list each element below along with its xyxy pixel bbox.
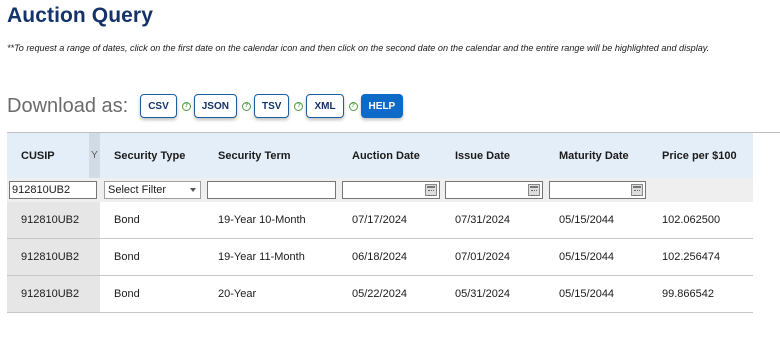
security-type-cell: Bond xyxy=(114,214,140,226)
security-term-cell: 19-Year 10-Month xyxy=(218,214,306,226)
column-header-security-term[interactable]: Security Term xyxy=(204,133,339,178)
json-help-icon[interactable]: ? xyxy=(241,101,251,111)
grid-header-row: CUSIP Y Security Type Security Term Auct… xyxy=(7,133,753,178)
help-button[interactable]: HELP xyxy=(360,94,404,118)
download-bar: Download as: CSV ? JSON ? TSV ? XML ? HE… xyxy=(7,92,413,120)
column-header-cusip[interactable]: CUSIP xyxy=(7,133,100,178)
column-header-price[interactable]: Price per $100 xyxy=(649,133,753,178)
date-range-note: **To request a range of dates, click on … xyxy=(7,43,710,53)
column-header-security-type[interactable]: Security Type xyxy=(100,133,204,178)
maturity-date-cell: 05/15/2044 xyxy=(559,288,615,300)
cusip-filter-input[interactable] xyxy=(9,181,97,199)
calendar-icon[interactable] xyxy=(631,184,643,196)
table-row[interactable]: 912810UB2 Bond 19-Year 11-Month 06/18/20… xyxy=(7,239,753,276)
issue-date-filter-input[interactable] xyxy=(445,181,543,199)
maturity-date-cell: 05/15/2044 xyxy=(559,251,615,263)
download-label: Download as: xyxy=(7,94,129,117)
filter-icon[interactable]: Y xyxy=(89,133,100,178)
security-type-cell: Bond xyxy=(114,251,140,263)
security-term-cell: 20-Year xyxy=(218,288,257,300)
grid-filter-row: Select Filter xyxy=(7,178,753,202)
issue-date-cell: 07/01/2024 xyxy=(455,251,511,263)
tsv-help-icon[interactable]: ? xyxy=(294,101,304,111)
column-header-maturity-date[interactable]: Maturity Date xyxy=(546,133,649,178)
auction-date-filter-input[interactable] xyxy=(342,181,440,199)
security-type-filter-value: Select Filter xyxy=(108,184,167,196)
json-download-button[interactable]: JSON xyxy=(193,94,237,118)
price-cell: 102.256474 xyxy=(662,251,721,263)
cusip-cell: 912810UB2 xyxy=(7,239,100,275)
csv-download-button[interactable]: CSV xyxy=(140,94,177,118)
maturity-date-cell: 05/15/2044 xyxy=(559,214,615,226)
tsv-download-button[interactable]: TSV xyxy=(253,94,290,118)
column-header-auction-date[interactable]: Auction Date xyxy=(339,133,442,178)
auction-date-cell: 05/22/2024 xyxy=(352,288,408,300)
auction-date-cell: 06/18/2024 xyxy=(352,251,408,263)
security-term-filter-input[interactable] xyxy=(207,181,336,199)
xml-help-icon[interactable]: ? xyxy=(348,101,358,111)
table-row[interactable]: 912810UB2 Bond 20-Year 05/22/2024 05/31/… xyxy=(7,276,753,313)
xml-download-button[interactable]: XML xyxy=(306,94,344,118)
auction-grid: CUSIP Y Security Type Security Term Auct… xyxy=(7,133,753,313)
csv-help-icon[interactable]: ? xyxy=(181,101,191,111)
column-header-issue-date[interactable]: Issue Date xyxy=(442,133,546,178)
issue-date-cell: 05/31/2024 xyxy=(455,288,511,300)
auction-date-cell: 07/17/2024 xyxy=(352,214,408,226)
cusip-cell: 912810UB2 xyxy=(7,202,100,238)
chevron-down-icon xyxy=(190,188,196,192)
issue-date-cell: 07/31/2024 xyxy=(455,214,511,226)
cusip-cell: 912810UB2 xyxy=(7,276,100,312)
maturity-date-filter-input[interactable] xyxy=(549,181,646,199)
calendar-icon[interactable] xyxy=(528,184,540,196)
calendar-icon[interactable] xyxy=(425,184,437,196)
security-type-cell: Bond xyxy=(114,288,140,300)
table-row[interactable]: 912810UB2 Bond 19-Year 10-Month 07/17/20… xyxy=(7,202,753,239)
price-cell: 102.062500 xyxy=(662,214,721,226)
page-title: Auction Query xyxy=(7,4,153,27)
security-term-cell: 19-Year 11-Month xyxy=(218,251,305,263)
price-cell: 99.866542 xyxy=(662,288,714,300)
security-type-filter-select[interactable]: Select Filter xyxy=(104,181,201,199)
